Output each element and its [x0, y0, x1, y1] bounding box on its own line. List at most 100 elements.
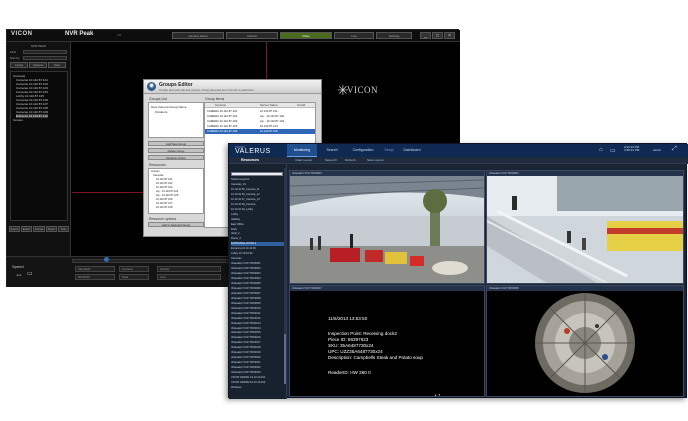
resource-item[interactable]: Videoalert VCP-TRX0022	[231, 366, 285, 370]
user-menu[interactable]: admin	[653, 148, 661, 152]
page-indicator[interactable]: ▲ ▼	[434, 393, 441, 397]
resource-item[interactable]: Dome_3	[231, 237, 285, 241]
resource-item[interactable]: Cameras	[231, 257, 285, 261]
tab-views[interactable]: Views	[48, 62, 66, 68]
sidebar-scroll-thumb[interactable]	[284, 334, 286, 384]
video-button[interactable]: Video	[280, 32, 332, 39]
clear-layout-button[interactable]: Clear Layout	[295, 158, 312, 162]
resource-item[interactable]: 10.10.10.45_Camera_11	[231, 188, 285, 192]
live-button[interactable]: Live	[334, 32, 374, 39]
resource-item[interactable]: 10.110.87.102	[156, 182, 172, 185]
tab-dashboard[interactable]: Dashboard	[397, 144, 427, 157]
search-input[interactable]	[231, 172, 283, 176]
group-item[interactable]: Outdoors	[155, 110, 167, 114]
resource-item[interactable]: 10.110.87.106	[156, 198, 172, 201]
sort-select[interactable]	[23, 56, 67, 60]
resource-item[interactable]: Hallway	[231, 218, 285, 222]
video-tile-4[interactable]: Videoalert VCP-TRX0008	[486, 285, 684, 397]
resource-item[interactable]: Videoalert VCP-TRX0023	[231, 371, 285, 375]
resource-item[interactable]: 10.10.10.48_Camera	[231, 203, 285, 207]
resource-item[interactable]: 10.110.87.108	[156, 206, 172, 209]
tab-groups[interactable]: Groups	[10, 62, 28, 68]
close-icon[interactable]: ×	[444, 32, 455, 39]
camera-setup-button[interactable]: Camera Setup	[172, 32, 224, 39]
resource-item[interactable]: Videoalert VCP-TRX0007	[231, 292, 285, 296]
tree-item[interactable]: Groups	[13, 118, 23, 122]
actions-button[interactable]: Actions	[226, 32, 278, 39]
video-tile-3[interactable]: Videoalert VCP-TRX0007 11/6/2013 13:53:5…	[289, 285, 485, 397]
camera-tree[interactable]: Cameras Cameras 10.110.87.101 Cameras 10…	[10, 71, 68, 221]
tab-search[interactable]: Search	[319, 144, 345, 157]
resource-item[interactable]: Videoalert VCP-TRX0015	[231, 331, 285, 335]
resource-item[interactable]: Videoalert VCP-TRX0018	[231, 346, 285, 350]
resource-item[interactable]: Lobby	[231, 213, 285, 217]
audio-icon[interactable]: ▭	[27, 270, 33, 277]
date-select[interactable]: Date	[119, 274, 149, 280]
swap-all-button[interactable]: Swap All	[325, 158, 337, 162]
resource-item[interactable]: ENTRANCE-DOOR-2	[231, 242, 285, 246]
resource-item[interactable]: Groups	[151, 170, 160, 173]
report-tab[interactable]: Report	[46, 226, 57, 232]
resource-item[interactable]: Dock	[231, 228, 285, 232]
resource-item[interactable]: Entrance 10.10.10.93	[231, 247, 285, 251]
resource-item[interactable]: Lobby 10.10.10.94	[231, 252, 285, 256]
resource-item[interactable]: East Office	[231, 223, 285, 227]
resource-item[interactable]: 10.10.10.49_Lobby	[231, 208, 285, 212]
tab-monitoring[interactable]: Monitoring	[287, 144, 317, 157]
play-icon[interactable]: ⇔	[15, 270, 23, 279]
resource-item[interactable]: VICON HD2001 10.10.10.101	[231, 376, 285, 380]
resource-item[interactable]: Vault_2	[231, 232, 285, 236]
playback-control[interactable]: Playback	[75, 266, 115, 272]
resource-item[interactable]: Windows	[231, 386, 285, 390]
message-icon[interactable]: ▭	[610, 147, 616, 154]
column-header[interactable]: Server Name	[260, 103, 278, 107]
export-tab[interactable]: Export	[21, 226, 32, 232]
group-item[interactable]: New Camera Group Name	[151, 105, 187, 109]
resource-item[interactable]: top - 10.110.87.105	[156, 194, 178, 197]
quality-select[interactable]: Quality	[157, 266, 221, 272]
resource-item[interactable]: Videoalert VCP-TRX0004	[231, 277, 285, 281]
resources-tree[interactable]: Groups Cameras 10.110.87.101 10.110.87.1…	[148, 168, 204, 214]
resource-item[interactable]: 10.110.87.101	[156, 178, 172, 181]
resource-item[interactable]: Videoalert VCP-TRX0001	[231, 262, 285, 266]
resource-item[interactable]: 10.110.87.107	[156, 202, 172, 205]
resource-item[interactable]: Cameras_01	[231, 183, 285, 187]
add-to-group-button[interactable]: Add to Selected Group	[148, 222, 204, 227]
tab-cameras[interactable]: Cameras	[29, 62, 47, 68]
rename-group-button[interactable]: Rename Group	[148, 155, 204, 160]
resource-item[interactable]: 10.110.87.103	[156, 186, 172, 189]
search-tab[interactable]: Search	[9, 226, 20, 232]
resource-item[interactable]: Videoalert VCP-TRX0002	[231, 267, 285, 271]
archive-tab[interactable]: Archive	[33, 226, 45, 232]
resource-item[interactable]: 10.10.10.46_Camera_12	[231, 193, 285, 197]
resource-item[interactable]: Videoalert VCP-TRX0008	[231, 297, 285, 301]
add-group-button[interactable]: Add New Group	[148, 141, 204, 146]
resource-item[interactable]: Videoalert VCP-TRX0021	[231, 361, 285, 365]
resource-item[interactable]: Videoalert VCP-TRX0020	[231, 356, 285, 360]
resource-item[interactable]: 10.10.10.47_Camera_13	[231, 198, 285, 202]
live-select[interactable]: Live	[157, 274, 221, 280]
resource-item[interactable]: Videoalert VCP-TRX0019	[231, 351, 285, 355]
timeline-handle[interactable]	[104, 257, 109, 262]
save-layout-button[interactable]: Save Layout	[367, 158, 384, 162]
video-tile-1[interactable]: Videoalert VCP-TRX0003	[289, 170, 485, 284]
resource-item[interactable]: Shared Layouts	[231, 178, 285, 182]
filter-input[interactable]	[23, 50, 67, 54]
column-header[interactable]: Camera	[215, 103, 226, 107]
table-row-selected[interactable]: CAMERA 10.110.87.105 10.110.87.105	[205, 129, 315, 134]
resource-item[interactable]: Videoalert VCP-TRX0003	[231, 272, 285, 276]
resource-item[interactable]: Videoalert VCP-TRX0014	[231, 327, 285, 331]
resource-item[interactable]: Videoalert VCP-TRX0011	[231, 312, 285, 316]
resource-item[interactable]: Videoalert VCP-TRX0009	[231, 302, 285, 306]
resource-item[interactable]: Videoalert VCP-TRX0017	[231, 341, 285, 345]
resource-item[interactable]: Videoalert VCP-TRX0005	[231, 282, 285, 286]
resource-item[interactable]: Videoalert VCP-TRX0010	[231, 307, 285, 311]
camera-select[interactable]: Camera	[119, 266, 149, 272]
minimize-icon[interactable]: _	[420, 32, 431, 39]
column-header[interactable]: Cam#	[297, 103, 305, 107]
resource-item[interactable]: Videoalert VCP-TRX0006	[231, 287, 285, 291]
groups-list[interactable]: New Camera Group Name Outdoors	[148, 102, 204, 138]
tab-configuration[interactable]: Configuration	[345, 144, 381, 157]
tools-tab[interactable]: Tools	[58, 226, 69, 232]
video-tile-2[interactable]: Videoalert VCP-TRX0004	[486, 170, 684, 284]
